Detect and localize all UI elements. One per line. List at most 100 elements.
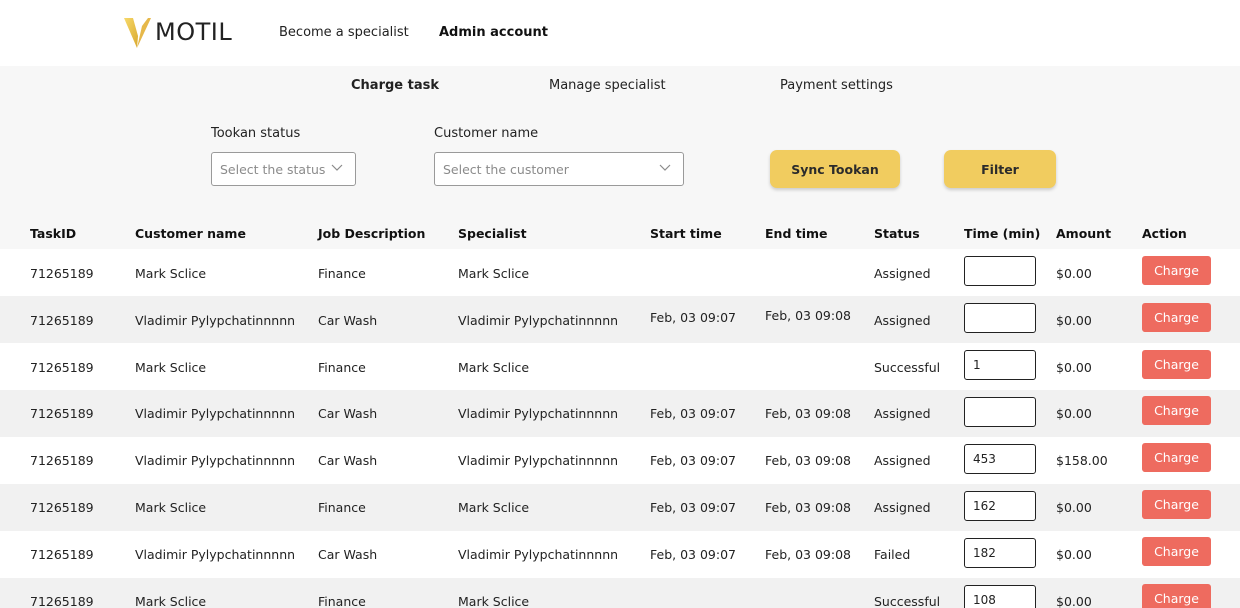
table-row: 71265189 Mark Sclice Finance Mark Sclice… (0, 484, 1240, 531)
status-filter-label: Tookan status (211, 126, 301, 141)
cell-task-id: 71265189 (30, 360, 94, 375)
cell-job: Finance (318, 500, 366, 515)
cell-start-time: Feb, 03 09:07 (650, 453, 736, 468)
cell-customer: Mark Sclice (135, 266, 207, 281)
cell-job: Finance (318, 360, 366, 375)
cell-specialist: Mark Sclice (458, 360, 530, 375)
tab-bar: Charge task Manage specialist Payment se… (0, 78, 1240, 98)
cell-customer: Vladimir Pylypchatinnnnn (135, 313, 296, 328)
cell-status: Assigned (874, 500, 931, 515)
cell-amount: $0.00 (1056, 594, 1092, 608)
table-row: 71265189 Vladimir Pylypchatinnnnn Car Wa… (0, 296, 1240, 343)
cell-customer: Mark Sclice (135, 500, 207, 515)
tab-manage-specialist[interactable]: Manage specialist (549, 78, 666, 93)
charge-button[interactable]: Charge (1142, 443, 1211, 472)
cell-customer: Mark Sclice (135, 360, 207, 375)
status-select-placeholder: Select the status (220, 161, 326, 177)
cell-customer: Vladimir Pylypchatinnnnn (135, 453, 296, 468)
cell-job: Finance (318, 594, 366, 608)
cell-job: Car Wash (318, 313, 378, 328)
col-start-time: Start time (650, 226, 722, 241)
time-input[interactable]: 108 (964, 585, 1036, 608)
cell-specialist: Mark Sclice (458, 500, 530, 515)
cell-status: Assigned (874, 453, 931, 468)
cell-start-time: Feb, 03 09:07 (650, 406, 736, 421)
cell-status: Successful (874, 594, 941, 608)
cell-end-time: Feb, 03 09:08 (765, 453, 851, 468)
cell-job: Car Wash (318, 547, 378, 562)
tab-payment-settings[interactable]: Payment settings (780, 78, 893, 93)
cell-end-time: Feb, 03 09:08 (765, 308, 851, 323)
charge-button[interactable]: Charge (1142, 256, 1211, 285)
cell-task-id: 71265189 (30, 266, 94, 281)
charge-button[interactable]: Charge (1142, 537, 1211, 566)
cell-amount: $0.00 (1056, 313, 1092, 328)
cell-specialist: Vladimir Pylypchatinnnnn (458, 547, 619, 562)
charge-button[interactable]: Charge (1142, 350, 1211, 379)
cell-specialist: Vladimir Pylypchatinnnnn (458, 406, 619, 421)
table-row: 71265189 Vladimir Pylypchatinnnnn Car Wa… (0, 390, 1240, 437)
cell-status: Assigned (874, 313, 931, 328)
table-row: 71265189 Mark Sclice Finance Mark Sclice… (0, 578, 1240, 608)
cell-job: Car Wash (318, 406, 378, 421)
cell-task-id: 71265189 (30, 500, 94, 515)
cell-specialist: Vladimir Pylypchatinnnnn (458, 313, 619, 328)
cell-task-id: 71265189 (30, 406, 94, 421)
table-row: 71265189 Mark Sclice Finance Mark Sclice… (0, 249, 1240, 296)
customer-select[interactable]: Select the customer (434, 152, 684, 186)
chevron-down-icon (659, 164, 671, 171)
motil-logo-icon (124, 18, 151, 48)
cell-status: Successful (874, 360, 941, 375)
cell-amount: $0.00 (1056, 360, 1092, 375)
time-input[interactable] (964, 256, 1036, 286)
col-end-time: End time (765, 226, 828, 241)
time-input[interactable]: 162 (964, 491, 1036, 521)
col-customer-name: Customer name (135, 226, 246, 241)
col-taskid: TaskID (30, 226, 77, 241)
cell-task-id: 71265189 (30, 594, 94, 608)
table-row: 71265189 Mark Sclice Finance Mark Sclice… (0, 343, 1240, 390)
customer-filter-label: Customer name (434, 126, 539, 141)
charge-button[interactable]: Charge (1142, 303, 1211, 332)
top-bar: MOTIL Become a specialist Admin account (0, 0, 1240, 66)
cell-status: Assigned (874, 406, 931, 421)
cell-start-time: Feb, 03 09:07 (650, 310, 736, 325)
time-input[interactable]: 453 (964, 444, 1036, 474)
cell-start-time: Feb, 03 09:07 (650, 500, 736, 515)
table-row: 71265189 Vladimir Pylypchatinnnnn Car Wa… (0, 531, 1240, 578)
customer-select-placeholder: Select the customer (443, 161, 569, 177)
nav-become-specialist[interactable]: Become a specialist (279, 25, 409, 40)
col-job-description: Job Description (318, 226, 426, 241)
cell-customer: Vladimir Pylypchatinnnnn (135, 406, 296, 421)
cell-specialist: Mark Sclice (458, 594, 530, 608)
cell-end-time: Feb, 03 09:08 (765, 547, 851, 562)
cell-status: Failed (874, 547, 911, 562)
table-header: TaskID Customer name Job Description Spe… (0, 222, 1240, 246)
time-input[interactable]: 1 (964, 350, 1036, 380)
charge-button[interactable]: Charge (1142, 396, 1211, 425)
cell-task-id: 71265189 (30, 547, 94, 562)
sync-tookan-button[interactable]: Sync Tookan (770, 150, 900, 188)
nav-admin-account[interactable]: Admin account (439, 25, 548, 40)
cell-task-id: 71265189 (30, 453, 94, 468)
charge-button[interactable]: Charge (1142, 584, 1211, 608)
tab-charge-task[interactable]: Charge task (351, 78, 439, 93)
col-time-min: Time (min) (964, 226, 1041, 241)
cell-amount: $158.00 (1056, 453, 1108, 468)
time-input[interactable] (964, 397, 1036, 427)
time-input[interactable] (964, 303, 1036, 333)
cell-task-id: 71265189 (30, 313, 94, 328)
time-input[interactable]: 182 (964, 538, 1036, 568)
col-status: Status (874, 226, 920, 241)
filter-button[interactable]: Filter (944, 150, 1056, 188)
chevron-down-icon (331, 164, 343, 171)
logo[interactable]: MOTIL (122, 14, 232, 50)
cell-specialist: Vladimir Pylypchatinnnnn (458, 453, 619, 468)
charge-button[interactable]: Charge (1142, 490, 1211, 519)
cell-status: Assigned (874, 266, 931, 281)
col-action: Action (1142, 226, 1187, 241)
col-amount: Amount (1056, 226, 1112, 241)
status-select[interactable]: Select the status (211, 152, 356, 186)
col-specialist: Specialist (458, 226, 527, 241)
cell-amount: $0.00 (1056, 266, 1092, 281)
